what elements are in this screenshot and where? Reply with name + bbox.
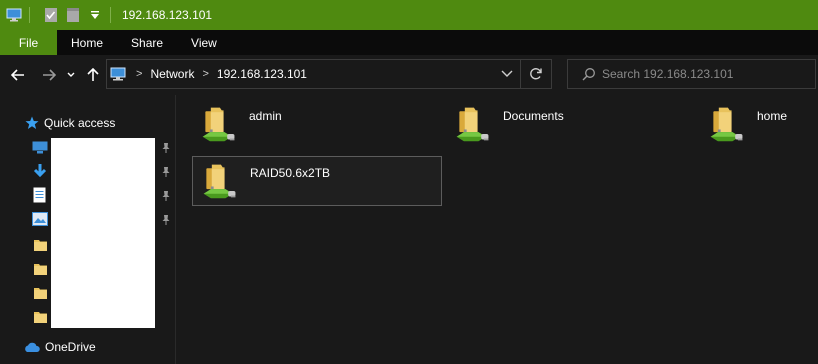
cloud-icon bbox=[25, 342, 40, 352]
title-bar: 192.168.123.101 bbox=[0, 0, 818, 30]
documents-icon[interactable] bbox=[33, 187, 46, 206]
share-tile[interactable]: home bbox=[700, 100, 818, 150]
folder-icon[interactable] bbox=[33, 285, 48, 303]
breadcrumb-network[interactable]: Network bbox=[150, 67, 194, 81]
search-input[interactable]: Search 192.168.123.101 bbox=[602, 67, 733, 81]
tab-file[interactable]: File bbox=[0, 30, 57, 55]
network-folder-icon bbox=[710, 107, 743, 142]
customize-dropdown-icon[interactable] bbox=[87, 7, 103, 23]
folder-icon[interactable] bbox=[33, 261, 48, 279]
forward-button[interactable] bbox=[39, 61, 59, 89]
properties-icon[interactable] bbox=[43, 7, 59, 23]
file-list: admin Documents home RAID50.6x2TB bbox=[176, 95, 818, 364]
breadcrumb-host[interactable]: 192.168.123.101 bbox=[217, 67, 307, 81]
tab-share[interactable]: Share bbox=[117, 30, 177, 55]
toolbar-divider bbox=[29, 7, 30, 23]
window-title: 192.168.123.101 bbox=[122, 8, 213, 22]
quick-access-toolbar bbox=[0, 0, 118, 30]
network-folder-icon bbox=[456, 107, 489, 142]
back-button[interactable] bbox=[8, 61, 28, 89]
share-tile[interactable]: admin bbox=[192, 100, 442, 150]
address-dropdown-icon[interactable] bbox=[501, 67, 513, 81]
share-tile-selected[interactable]: RAID50.6x2TB bbox=[192, 156, 442, 206]
desktop-icon[interactable] bbox=[32, 141, 48, 157]
address-bar[interactable]: > Network > 192.168.123.101 bbox=[106, 59, 552, 89]
recent-locations-button[interactable] bbox=[64, 61, 78, 89]
sidebar-label: Quick access bbox=[44, 116, 116, 130]
ribbon-tabs: File Home Share View bbox=[0, 30, 818, 55]
navigation-bar: > Network > 192.168.123.101 Search 192.1… bbox=[0, 55, 818, 95]
arrow-right-icon bbox=[43, 69, 56, 81]
refresh-button[interactable] bbox=[520, 60, 551, 88]
sidebar-item-onedrive[interactable]: OneDrive bbox=[23, 340, 96, 354]
share-name: admin bbox=[249, 109, 282, 123]
sidebar-item-quick-access[interactable]: Quick access bbox=[25, 116, 115, 130]
arrow-left-icon bbox=[11, 69, 24, 81]
computer-icon[interactable] bbox=[6, 7, 22, 23]
redacted-pinned-labels bbox=[51, 138, 155, 328]
downloads-icon[interactable] bbox=[33, 163, 47, 182]
share-name: RAID50.6x2TB bbox=[250, 166, 331, 180]
sidebar-label: OneDrive bbox=[45, 340, 96, 354]
pin-icon[interactable] bbox=[160, 166, 172, 178]
network-icon bbox=[110, 67, 128, 81]
share-tile[interactable]: Documents bbox=[446, 100, 696, 150]
folder-icon[interactable] bbox=[33, 237, 48, 255]
network-folder-icon bbox=[203, 164, 236, 199]
search-box[interactable]: Search 192.168.123.101 bbox=[567, 59, 816, 89]
share-name: home bbox=[757, 109, 788, 123]
breadcrumb-separator: > bbox=[136, 68, 143, 80]
tab-home[interactable]: Home bbox=[57, 30, 117, 55]
network-folder-icon bbox=[202, 107, 235, 142]
pictures-icon[interactable] bbox=[32, 212, 48, 229]
star-icon bbox=[25, 116, 39, 129]
chevron-down-icon bbox=[67, 72, 75, 77]
up-button[interactable] bbox=[83, 61, 103, 89]
folder-icon[interactable] bbox=[33, 309, 48, 327]
pin-icon[interactable] bbox=[160, 142, 172, 154]
pin-icon[interactable] bbox=[160, 190, 172, 202]
navigation-pane: Quick access OneDrive bbox=[0, 95, 175, 364]
tab-view[interactable]: View bbox=[177, 30, 231, 55]
pin-icon[interactable] bbox=[160, 214, 172, 226]
breadcrumb-separator[interactable]: > bbox=[202, 68, 208, 80]
toolbar-divider bbox=[110, 7, 111, 23]
refresh-icon bbox=[530, 68, 542, 80]
search-icon bbox=[582, 67, 596, 81]
arrow-up-icon bbox=[87, 68, 99, 81]
share-name: Documents bbox=[503, 109, 564, 123]
new-folder-icon[interactable] bbox=[65, 7, 81, 23]
